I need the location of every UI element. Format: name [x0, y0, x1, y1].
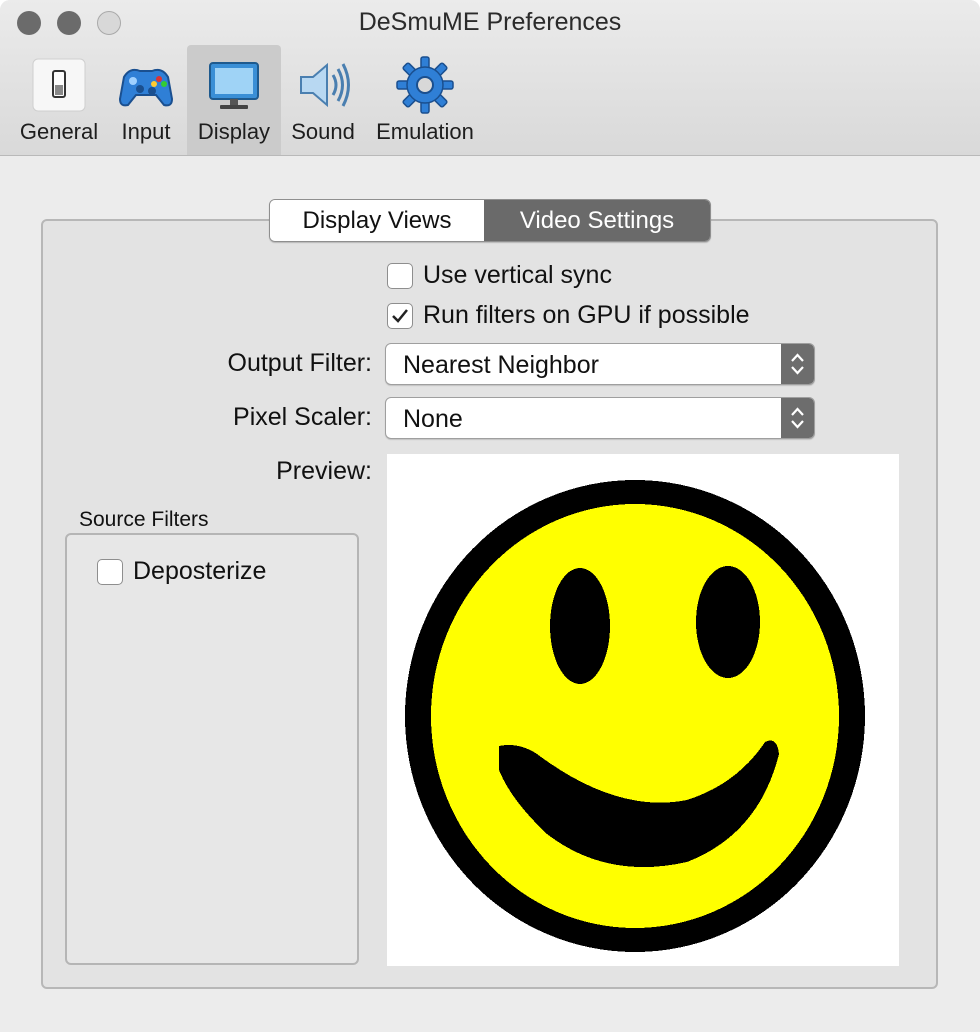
toolbar-general[interactable]: General [14, 45, 104, 155]
up-down-arrows-icon [781, 398, 814, 438]
tab-video-settings[interactable]: Video Settings [484, 200, 710, 241]
speaker-icon [293, 55, 353, 115]
preview-label: Preview: [276, 457, 372, 485]
vsync-label: Use vertical sync [423, 261, 612, 289]
pixel-scaler-value: None [403, 405, 463, 433]
deposterize-label: Deposterize [133, 557, 267, 585]
source-filters-title: Source Filters [79, 508, 209, 531]
gear-icon [395, 55, 455, 115]
toolbar-label-general: General [19, 119, 99, 144]
preview-image [387, 454, 899, 966]
toolbar-emulation[interactable]: Emulation [368, 45, 482, 155]
deposterize-row: Deposterize [97, 557, 266, 586]
pixel-scaler-popup[interactable]: None [385, 397, 815, 439]
toolbar-input[interactable]: Input [110, 45, 182, 155]
output-filter-value: Nearest Neighbor [403, 351, 599, 379]
gamepad-icon [116, 55, 176, 115]
toolbar-label-emulation: Emulation [376, 119, 474, 144]
tab-switcher: Display Views Video Settings [269, 199, 711, 242]
toolbar-label-input: Input [121, 119, 171, 144]
vsync-row: Use vertical sync [387, 261, 612, 290]
deposterize-checkbox[interactable] [97, 558, 123, 585]
gpu-filters-row: Run filters on GPU if possible [387, 301, 750, 330]
preferences-window: DeSmuME Preferences General Input Displa… [0, 0, 980, 1032]
vsync-checkbox[interactable] [387, 262, 413, 289]
general-switch-icon [29, 55, 89, 115]
window-title: DeSmuME Preferences [358, 8, 622, 36]
preferences-content: Display Views Video Settings Use vertica… [0, 156, 980, 1032]
monitor-icon [204, 55, 264, 115]
toolbar-display[interactable]: Display [187, 45, 281, 155]
source-filters-box [65, 533, 359, 965]
pixel-scaler-label: Pixel Scaler: [233, 403, 372, 431]
checkmark-icon [392, 308, 408, 323]
toolbar-label-display: Display [197, 119, 271, 144]
toolbar-sound[interactable]: Sound [284, 45, 362, 155]
output-filter-label: Output Filter: [227, 349, 373, 377]
toolbar-label-sound: Sound [291, 119, 355, 144]
smiley-face-icon [405, 480, 865, 952]
up-down-arrows-icon [781, 344, 814, 384]
gpu-filters-checkbox[interactable] [387, 302, 413, 329]
gpu-filters-label: Run filters on GPU if possible [423, 301, 750, 329]
output-filter-popup[interactable]: Nearest Neighbor [385, 343, 815, 385]
title-bar: DeSmuME Preferences General Input Displa… [0, 0, 980, 156]
tab-display-views[interactable]: Display Views [270, 200, 484, 241]
